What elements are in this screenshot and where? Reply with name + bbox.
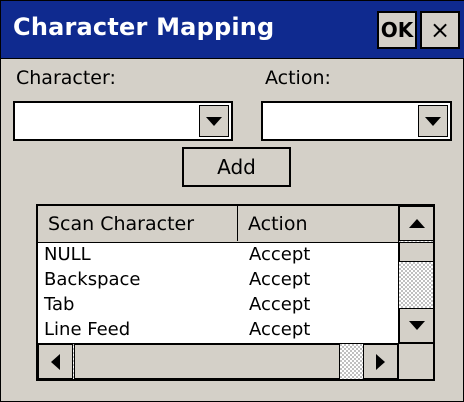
list-row[interactable]: Line Feed Accept [38,318,398,343]
title-bar: Character Mapping OK × [1,1,464,59]
column-header-scan-character[interactable]: Scan Character [38,206,238,241]
action-cell: Accept [249,294,311,315]
list-rows: NULL Accept Backspace Accept Tab Accept … [38,243,398,343]
scan-character-cell: Line Feed [44,319,131,340]
vertical-scrollbar[interactable] [398,206,433,343]
action-cell: Accept [249,269,311,290]
chevron-down-icon[interactable] [418,105,448,137]
list-row[interactable]: Backspace Accept [38,268,398,293]
ok-button[interactable]: OK [377,11,417,49]
vertical-scroll-thumb[interactable] [399,242,433,262]
list-row[interactable]: Tab Accept [38,293,398,318]
horizontal-scrollbar[interactable] [38,343,398,379]
scrollbar-corner [398,343,433,379]
list-header: Scan Character Action [38,206,398,243]
character-label: Character: [16,67,116,89]
arrow-left-icon[interactable] [38,344,73,379]
arrow-up-icon[interactable] [399,206,433,241]
action-cell: Accept [249,319,311,340]
horizontal-scroll-thumb[interactable] [74,344,340,379]
chevron-down-icon[interactable] [199,105,229,137]
list-row[interactable]: NULL Accept [38,243,398,268]
character-mapping-window: Character Mapping OK × Character: Action… [0,0,464,402]
window-title: Character Mapping [13,13,275,41]
column-header-action[interactable]: Action [238,206,398,241]
scan-character-cell: Tab [44,294,75,315]
action-label: Action: [265,67,331,89]
arrow-right-icon[interactable] [363,344,398,379]
close-button[interactable]: × [420,11,460,49]
mapping-list[interactable]: Scan Character Action NULL Accept Backsp… [36,204,435,381]
scan-character-cell: Backspace [44,269,141,290]
action-dropdown[interactable] [261,101,452,141]
character-dropdown[interactable] [13,101,233,141]
add-button[interactable]: Add [182,147,291,187]
scan-character-cell: NULL [44,244,91,265]
arrow-down-icon[interactable] [399,308,433,343]
action-cell: Accept [249,244,311,265]
